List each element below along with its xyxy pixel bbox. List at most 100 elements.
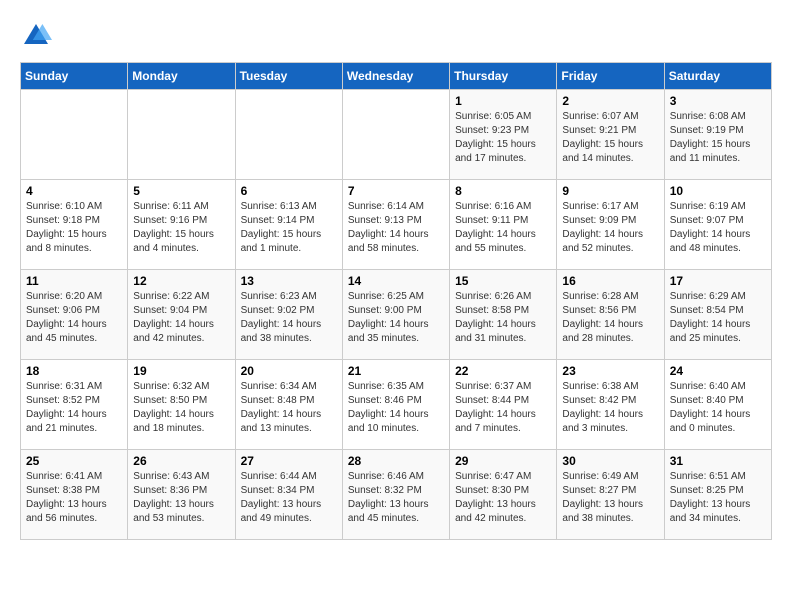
calendar-cell: 31 Sunrise: 6:51 AM Sunset: 8:25 PM Dayli… xyxy=(664,450,771,540)
calendar-header-row: SundayMondayTuesdayWednesdayThursdayFrid… xyxy=(21,63,772,90)
day-number: 19 xyxy=(133,364,229,378)
cell-info: Sunrise: 6:43 AM Sunset: 8:36 PM Dayligh… xyxy=(133,470,229,526)
logo xyxy=(20,20,58,52)
day-number: 17 xyxy=(670,274,766,288)
calendar-cell: 28 Sunrise: 6:46 AM Sunset: 8:32 PM Dayli… xyxy=(342,450,449,540)
day-number: 16 xyxy=(562,274,658,288)
day-number: 20 xyxy=(241,364,337,378)
day-number: 11 xyxy=(26,274,122,288)
cell-info: Sunrise: 6:10 AM Sunset: 9:18 PM Dayligh… xyxy=(26,200,122,256)
calendar-cell: 4 Sunrise: 6:10 AM Sunset: 9:18 PM Daylig… xyxy=(21,180,128,270)
cell-info: Sunrise: 6:19 AM Sunset: 9:07 PM Dayligh… xyxy=(670,200,766,256)
cell-info: Sunrise: 6:07 AM Sunset: 9:21 PM Dayligh… xyxy=(562,110,658,166)
cell-info: Sunrise: 6:20 AM Sunset: 9:06 PM Dayligh… xyxy=(26,290,122,346)
day-number: 26 xyxy=(133,454,229,468)
cell-info: Sunrise: 6:28 AM Sunset: 8:56 PM Dayligh… xyxy=(562,290,658,346)
week-row-1: 1 Sunrise: 6:05 AM Sunset: 9:23 PM Daylig… xyxy=(21,90,772,180)
cell-info: Sunrise: 6:47 AM Sunset: 8:30 PM Dayligh… xyxy=(455,470,551,526)
cell-info: Sunrise: 6:23 AM Sunset: 9:02 PM Dayligh… xyxy=(241,290,337,346)
cell-info: Sunrise: 6:13 AM Sunset: 9:14 PM Dayligh… xyxy=(241,200,337,256)
header-cell-friday: Friday xyxy=(557,63,664,90)
cell-info: Sunrise: 6:40 AM Sunset: 8:40 PM Dayligh… xyxy=(670,380,766,436)
calendar-cell xyxy=(235,90,342,180)
week-row-2: 4 Sunrise: 6:10 AM Sunset: 9:18 PM Daylig… xyxy=(21,180,772,270)
header xyxy=(20,20,772,52)
logo-icon xyxy=(20,20,52,52)
cell-info: Sunrise: 6:29 AM Sunset: 8:54 PM Dayligh… xyxy=(670,290,766,346)
calendar-cell: 6 Sunrise: 6:13 AM Sunset: 9:14 PM Daylig… xyxy=(235,180,342,270)
calendar-cell: 5 Sunrise: 6:11 AM Sunset: 9:16 PM Daylig… xyxy=(128,180,235,270)
week-row-4: 18Sunrise: 6:31 AM Sunset: 8:52 PM Dayli… xyxy=(21,360,772,450)
cell-info: Sunrise: 6:41 AM Sunset: 8:38 PM Dayligh… xyxy=(26,470,122,526)
calendar-cell: 9Sunrise: 6:17 AM Sunset: 9:09 PM Daylig… xyxy=(557,180,664,270)
cell-info: Sunrise: 6:22 AM Sunset: 9:04 PM Dayligh… xyxy=(133,290,229,346)
calendar-cell: 13 Sunrise: 6:23 AM Sunset: 9:02 PM Dayli… xyxy=(235,270,342,360)
calendar-cell: 7 Sunrise: 6:14 AM Sunset: 9:13 PM Daylig… xyxy=(342,180,449,270)
cell-info: Sunrise: 6:38 AM Sunset: 8:42 PM Dayligh… xyxy=(562,380,658,436)
calendar-cell xyxy=(128,90,235,180)
week-row-5: 25 Sunrise: 6:41 AM Sunset: 8:38 PM Dayli… xyxy=(21,450,772,540)
cell-info: Sunrise: 6:44 AM Sunset: 8:34 PM Dayligh… xyxy=(241,470,337,526)
calendar-cell: 15Sunrise: 6:26 AM Sunset: 8:58 PM Dayli… xyxy=(450,270,557,360)
day-number: 24 xyxy=(670,364,766,378)
day-number: 6 xyxy=(241,184,337,198)
calendar-cell: 1 Sunrise: 6:05 AM Sunset: 9:23 PM Daylig… xyxy=(450,90,557,180)
calendar-cell: 29 Sunrise: 6:47 AM Sunset: 8:30 PM Dayli… xyxy=(450,450,557,540)
day-number: 9 xyxy=(562,184,658,198)
day-number: 3 xyxy=(670,94,766,108)
calendar-cell: 11 Sunrise: 6:20 AM Sunset: 9:06 PM Dayli… xyxy=(21,270,128,360)
cell-info: Sunrise: 6:32 AM Sunset: 8:50 PM Dayligh… xyxy=(133,380,229,436)
calendar-cell: 20 Sunrise: 6:34 AM Sunset: 8:48 PM Dayli… xyxy=(235,360,342,450)
day-number: 28 xyxy=(348,454,444,468)
day-number: 27 xyxy=(241,454,337,468)
header-cell-tuesday: Tuesday xyxy=(235,63,342,90)
cell-info: Sunrise: 6:37 AM Sunset: 8:44 PM Dayligh… xyxy=(455,380,551,436)
day-number: 7 xyxy=(348,184,444,198)
cell-info: Sunrise: 6:35 AM Sunset: 8:46 PM Dayligh… xyxy=(348,380,444,436)
cell-info: Sunrise: 6:14 AM Sunset: 9:13 PM Dayligh… xyxy=(348,200,444,256)
calendar-cell: 27 Sunrise: 6:44 AM Sunset: 8:34 PM Dayli… xyxy=(235,450,342,540)
cell-info: Sunrise: 6:25 AM Sunset: 9:00 PM Dayligh… xyxy=(348,290,444,346)
cell-info: Sunrise: 6:26 AM Sunset: 8:58 PM Dayligh… xyxy=(455,290,551,346)
calendar-cell: 21 Sunrise: 6:35 AM Sunset: 8:46 PM Dayli… xyxy=(342,360,449,450)
calendar-cell: 19 Sunrise: 6:32 AM Sunset: 8:50 PM Dayli… xyxy=(128,360,235,450)
calendar-cell xyxy=(342,90,449,180)
day-number: 2 xyxy=(562,94,658,108)
day-number: 8 xyxy=(455,184,551,198)
calendar-cell: 22 Sunrise: 6:37 AM Sunset: 8:44 PM Dayli… xyxy=(450,360,557,450)
day-number: 25 xyxy=(26,454,122,468)
day-number: 13 xyxy=(241,274,337,288)
day-number: 14 xyxy=(348,274,444,288)
day-number: 21 xyxy=(348,364,444,378)
cell-info: Sunrise: 6:11 AM Sunset: 9:16 PM Dayligh… xyxy=(133,200,229,256)
header-cell-wednesday: Wednesday xyxy=(342,63,449,90)
calendar-cell: 3 Sunrise: 6:08 AM Sunset: 9:19 PM Daylig… xyxy=(664,90,771,180)
header-cell-thursday: Thursday xyxy=(450,63,557,90)
day-number: 23 xyxy=(562,364,658,378)
calendar-cell: 30 Sunrise: 6:49 AM Sunset: 8:27 PM Dayli… xyxy=(557,450,664,540)
cell-info: Sunrise: 6:08 AM Sunset: 9:19 PM Dayligh… xyxy=(670,110,766,166)
header-cell-monday: Monday xyxy=(128,63,235,90)
day-number: 18 xyxy=(26,364,122,378)
day-number: 4 xyxy=(26,184,122,198)
cell-info: Sunrise: 6:46 AM Sunset: 8:32 PM Dayligh… xyxy=(348,470,444,526)
cell-info: Sunrise: 6:05 AM Sunset: 9:23 PM Dayligh… xyxy=(455,110,551,166)
calendar-cell: 2 Sunrise: 6:07 AM Sunset: 9:21 PM Daylig… xyxy=(557,90,664,180)
cell-info: Sunrise: 6:16 AM Sunset: 9:11 PM Dayligh… xyxy=(455,200,551,256)
calendar-cell: 23 Sunrise: 6:38 AM Sunset: 8:42 PM Dayli… xyxy=(557,360,664,450)
day-number: 30 xyxy=(562,454,658,468)
calendar-table: SundayMondayTuesdayWednesdayThursdayFrid… xyxy=(20,62,772,540)
cell-info: Sunrise: 6:49 AM Sunset: 8:27 PM Dayligh… xyxy=(562,470,658,526)
day-number: 12 xyxy=(133,274,229,288)
calendar-cell xyxy=(21,90,128,180)
cell-info: Sunrise: 6:34 AM Sunset: 8:48 PM Dayligh… xyxy=(241,380,337,436)
day-number: 1 xyxy=(455,94,551,108)
day-number: 29 xyxy=(455,454,551,468)
day-number: 22 xyxy=(455,364,551,378)
cell-info: Sunrise: 6:51 AM Sunset: 8:25 PM Dayligh… xyxy=(670,470,766,526)
header-cell-saturday: Saturday xyxy=(664,63,771,90)
calendar-cell: 26 Sunrise: 6:43 AM Sunset: 8:36 PM Dayli… xyxy=(128,450,235,540)
day-number: 5 xyxy=(133,184,229,198)
day-number: 31 xyxy=(670,454,766,468)
calendar-cell: 16 Sunrise: 6:28 AM Sunset: 8:56 PM Dayli… xyxy=(557,270,664,360)
